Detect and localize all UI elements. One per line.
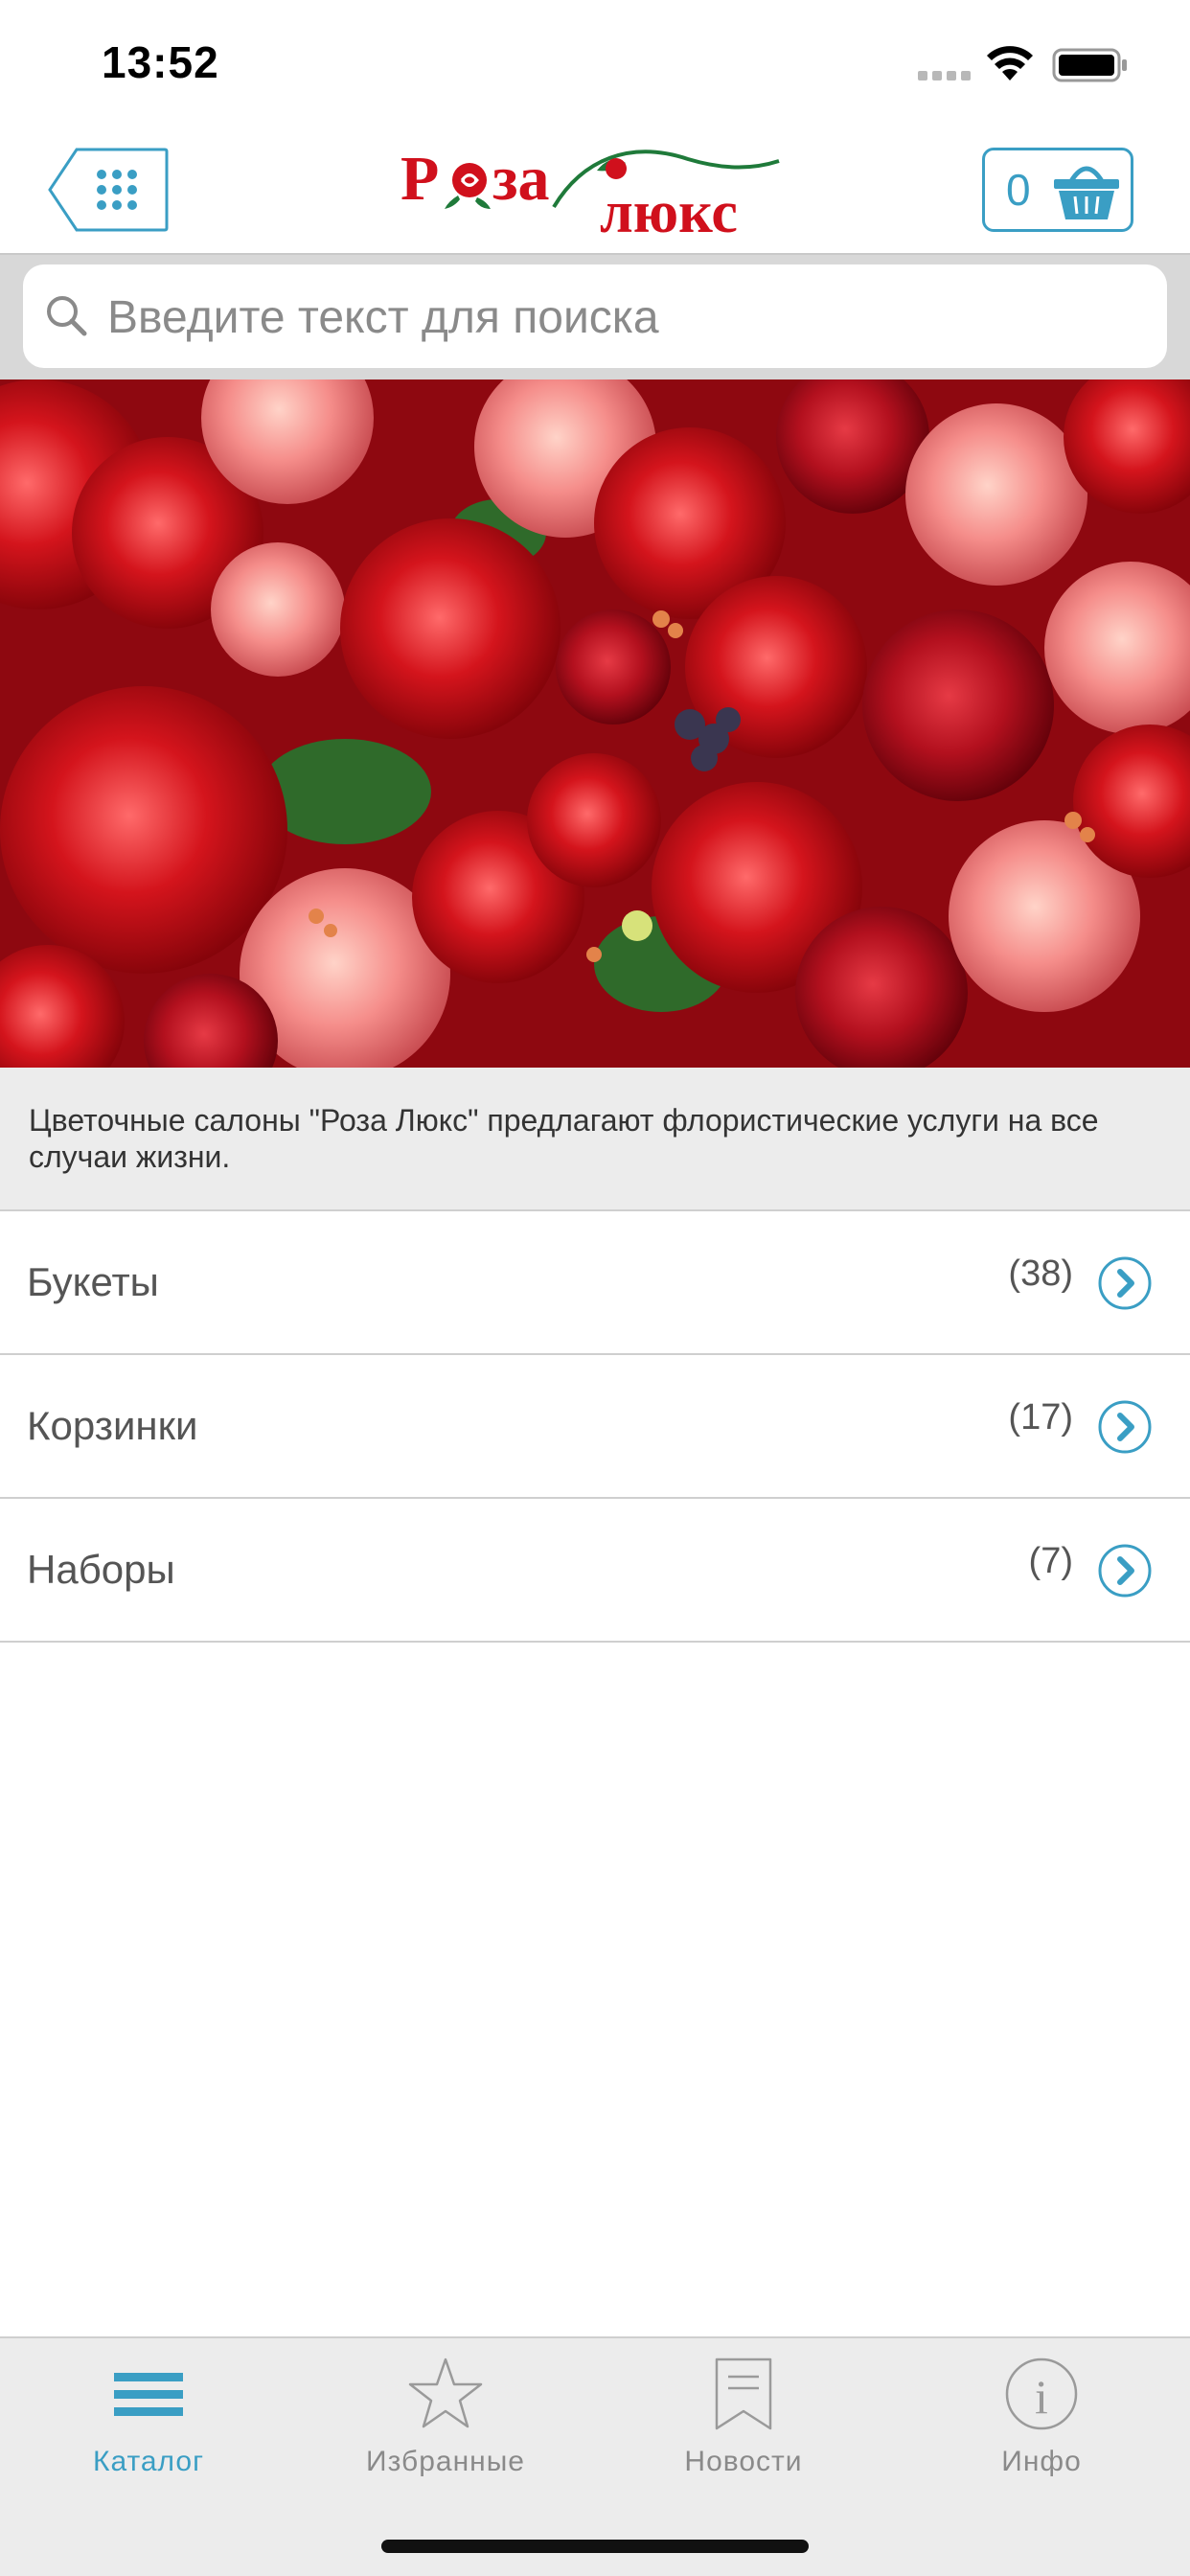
basket-icon	[1054, 166, 1119, 219]
category-row-nabory[interactable]: Наборы (7)	[0, 1499, 1190, 1643]
description-panel: Цветочные салоны "Роза Люкс" предлагают …	[0, 1068, 1190, 1211]
category-row-korzinki[interactable]: Корзинки (17)	[0, 1355, 1190, 1499]
tab-label: Избранные	[366, 2446, 525, 2477]
svg-text:i: i	[1035, 2370, 1048, 2424]
svg-text:за: за	[492, 144, 550, 214]
cart-button[interactable]: 0	[982, 148, 1133, 232]
category-row-bukety[interactable]: Букеты (38)	[0, 1211, 1190, 1355]
search-icon	[47, 296, 87, 336]
category-label: Корзинки	[27, 1403, 198, 1448]
chevron-right-icon	[1098, 1256, 1152, 1310]
status-time: 13:52	[102, 37, 219, 87]
search-placeholder: Введите текст для поиска	[107, 292, 659, 343]
nav-bar: Р за люкс 0	[0, 125, 1190, 255]
battery-icon	[1052, 48, 1127, 82]
tab-label: Инфо	[1001, 2446, 1082, 2477]
search-bar: Введите текст для поиска	[0, 255, 1190, 380]
svg-text:Р: Р	[400, 144, 439, 214]
tab-catalog[interactable]: Каталог	[29, 2356, 268, 2499]
category-count: (38)	[1008, 1254, 1073, 1294]
cart-count: 0	[1006, 165, 1031, 215]
home-indicator	[381, 2540, 809, 2553]
category-count: (17)	[1008, 1397, 1073, 1438]
list-icon	[114, 2373, 183, 2416]
category-count: (7)	[1028, 1541, 1073, 1581]
tab-news[interactable]: Новости	[624, 2356, 863, 2499]
tab-favorites[interactable]: Избранные	[326, 2356, 565, 2499]
tab-info[interactable]: i Инфо	[922, 2356, 1161, 2499]
svg-text:люкс: люкс	[600, 180, 738, 236]
chevron-right-icon	[1098, 1400, 1152, 1454]
tab-label: Новости	[684, 2446, 803, 2477]
search-input[interactable]: Введите текст для поиска	[23, 264, 1167, 368]
info-icon: i	[1005, 2358, 1078, 2430]
banner-image	[0, 380, 1190, 1068]
status-bar: 13:52	[0, 0, 1190, 125]
logo: Р за люкс	[400, 144, 780, 236]
tab-label: Каталог	[92, 2446, 205, 2477]
chevron-right-icon	[1098, 1544, 1152, 1598]
wifi-icon	[987, 46, 1033, 80]
category-label: Наборы	[27, 1547, 175, 1592]
bookmark-icon	[715, 2358, 772, 2430]
menu-button[interactable]	[48, 148, 169, 232]
star-icon	[408, 2358, 483, 2428]
cellular-signal-icon	[918, 71, 972, 82]
description-text: Цветочные салоны "Роза Люкс" предлагают …	[29, 1103, 1099, 1174]
category-label: Букеты	[27, 1259, 159, 1304]
